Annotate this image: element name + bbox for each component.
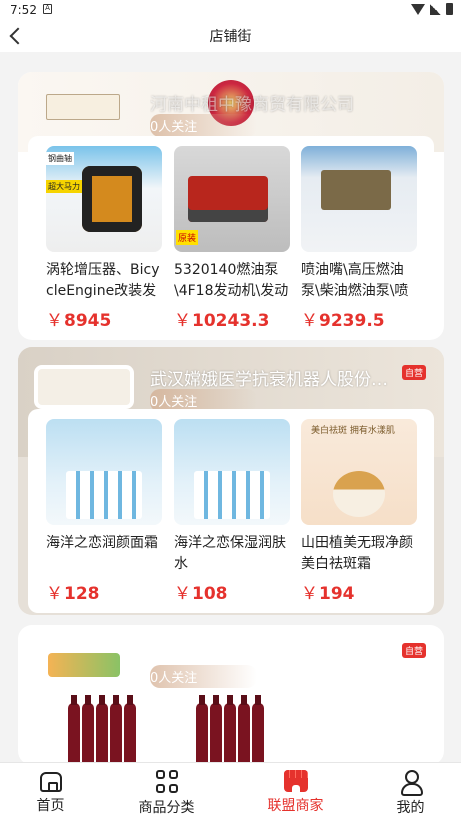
status-bar: 7:52 A	[0, 0, 461, 22]
product-image[interactable]	[301, 146, 417, 252]
currency-symbol: ￥	[174, 311, 191, 331]
notification-icon: A	[43, 4, 52, 14]
shop-name[interactable]: 河南中租中豫商贸有限公司	[150, 90, 390, 115]
wine-bottle-icon	[238, 695, 250, 765]
shop-name[interactable]: 武汉嫦娥医学抗衰机器人股份有限公司	[150, 365, 390, 390]
shop-card[interactable]: 河南中租中豫商贸有限公司 0人关注 钢曲轴 超大马力 涡轮增压器、Bicycle…	[18, 72, 444, 340]
signal-icon	[430, 3, 441, 15]
product-price: ￥128	[46, 579, 162, 604]
product-item[interactable]: 喷油嘴\高压燃油泵\柴油燃油泵\喷油器 ￥9239.5	[301, 146, 417, 331]
wine-bottle-icon	[68, 695, 80, 765]
wine-bottle-icon	[196, 695, 208, 765]
product-name: 海洋之恋润颜面霜	[46, 535, 158, 551]
image-label: 原装	[176, 230, 199, 245]
store-icon	[283, 770, 308, 792]
wifi-icon	[411, 3, 425, 15]
wine-bottle-icon	[82, 695, 94, 765]
wine-bottle-icon	[252, 695, 264, 765]
battery-icon	[446, 3, 453, 15]
grid-icon	[155, 770, 178, 794]
page-title: 店铺街	[209, 29, 252, 45]
product-list: 海洋之恋润颜面霜 ￥128 海洋之恋保湿润肤水 ￥108 美白祛斑 拥有水漾肌 …	[28, 409, 434, 613]
product-item[interactable]: 原装 5320140燃油泵\4F18发动机\发动机总成 ￥10243.3	[174, 146, 290, 331]
shop-card[interactable]: 0人关注 自营	[18, 625, 444, 765]
tab-label: 商品分类	[138, 800, 195, 816]
currency-symbol: ￥	[46, 311, 63, 331]
tab-mine[interactable]: 我的	[353, 763, 461, 821]
shop-card[interactable]: 武汉嫦娥医学抗衰机器人股份有限公司 0人关注 自营 海洋之恋润颜面霜 ￥128 …	[18, 347, 444, 615]
price-value: 194	[319, 584, 355, 604]
image-label: 钢曲轴	[46, 152, 74, 165]
currency-symbol: ￥	[174, 584, 191, 604]
shop-logo	[48, 653, 120, 677]
product-name: 涡轮增压器、BicycleEngine改装发动机	[46, 262, 160, 299]
price-value: 10243.3	[192, 311, 270, 331]
nav-bar: 店铺街	[0, 22, 461, 52]
product-image[interactable]	[196, 695, 266, 765]
self-operated-badge: 自营	[401, 643, 426, 658]
price-value: 108	[192, 584, 228, 604]
price-value: 8945	[64, 311, 112, 331]
product-item[interactable]: 海洋之恋润颜面霜 ￥128	[46, 419, 162, 604]
product-price: ￥108	[174, 579, 290, 604]
product-price: ￥9239.5	[301, 306, 417, 331]
product-item[interactable]: 美白祛斑 拥有水漾肌 山田植美无瑕净颜美白祛斑霜 ￥194	[301, 419, 417, 604]
home-icon	[39, 772, 62, 792]
product-image[interactable]	[46, 419, 162, 525]
price-value: 128	[64, 584, 100, 604]
product-image[interactable]	[68, 695, 138, 765]
status-indicators	[411, 3, 453, 15]
shop-followers: 0人关注	[150, 114, 258, 137]
tab-home[interactable]: 首页	[0, 763, 108, 821]
product-image[interactable]	[174, 419, 290, 525]
status-time: 7:52	[10, 3, 37, 17]
image-label: 超大马力	[46, 180, 82, 193]
self-operated-badge: 自营	[401, 365, 426, 380]
currency-symbol: ￥	[301, 311, 318, 331]
product-name: 喷油嘴\高压燃油泵\柴油燃油泵\喷油器	[301, 262, 409, 299]
shop-followers: 0人关注	[150, 665, 258, 688]
currency-symbol: ￥	[46, 584, 63, 604]
product-price: ￥194	[301, 579, 417, 604]
tab-alliance-merchants[interactable]: 联盟商家	[238, 763, 353, 821]
wine-bottle-icon	[210, 695, 222, 765]
product-item[interactable]: 海洋之恋保湿润肤水 ￥108	[174, 419, 290, 604]
business-license-thumbnail	[34, 365, 134, 409]
product-price: ￥10243.3	[174, 306, 290, 331]
product-image[interactable]: 原装	[174, 146, 290, 252]
tab-label: 我的	[396, 800, 425, 816]
product-price: ￥8945	[46, 306, 162, 331]
product-name: 山田植美无瑕净颜美白祛斑霜	[301, 535, 413, 572]
image-label: 美白祛斑 拥有水漾肌	[311, 426, 395, 436]
tab-label: 联盟商家	[267, 798, 324, 814]
product-item[interactable]: 钢曲轴 超大马力 涡轮增压器、BicycleEngine改装发动机 ￥8945	[46, 146, 162, 331]
business-license-thumbnail	[46, 94, 120, 120]
user-icon	[399, 770, 423, 796]
wine-bottle-icon	[110, 695, 122, 765]
currency-symbol: ￥	[301, 584, 318, 604]
wine-bottle-icon	[224, 695, 236, 765]
product-list: 钢曲轴 超大马力 涡轮增压器、BicycleEngine改装发动机 ￥8945 …	[28, 136, 434, 340]
product-name: 5320140燃油泵\4F18发动机\发动机总成	[174, 262, 289, 299]
product-image[interactable]: 钢曲轴 超大马力	[46, 146, 162, 252]
tab-label: 首页	[36, 798, 65, 814]
price-value: 9239.5	[319, 311, 385, 331]
wine-bottle-icon	[96, 695, 108, 765]
product-image[interactable]: 美白祛斑 拥有水漾肌	[301, 419, 417, 525]
wine-bottle-icon	[124, 695, 136, 765]
tab-categories[interactable]: 商品分类	[109, 763, 224, 821]
bottom-tab-bar: 首页 商品分类 联盟商家 我的	[0, 762, 461, 821]
product-name: 海洋之恋保湿润肤水	[174, 535, 286, 572]
